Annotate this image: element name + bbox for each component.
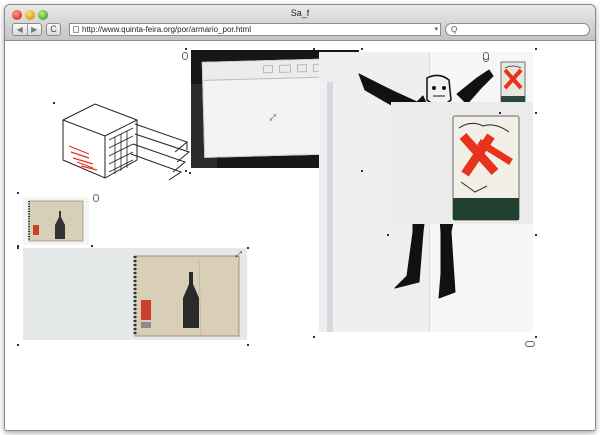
notebook-large [23, 248, 247, 340]
matchbox-small [500, 61, 526, 107]
matchbox-large [391, 102, 533, 224]
search-field[interactable]: Q [445, 23, 590, 36]
anchor-dot [535, 112, 537, 114]
anchor-dot [535, 234, 537, 236]
address-bar[interactable]: http://www.quinta-feira.org/por/armario_… [69, 23, 441, 36]
anchor-dot [499, 112, 501, 114]
drag-handle-icon[interactable] [525, 341, 535, 347]
envelope-sketch [296, 64, 308, 73]
history-buttons: ◀ ▶ [12, 23, 42, 36]
matchbox-small-photo[interactable] [499, 60, 527, 108]
anchor-dot [361, 48, 363, 50]
back-arrow-icon[interactable]: ◀ [13, 24, 27, 35]
matchbox-large-photo[interactable] [391, 102, 533, 224]
anchor-dot [361, 170, 363, 172]
notebook-large-photo[interactable]: ⤢ [23, 248, 247, 340]
browser-window: Sa_f ◀ ▶ C http://www.quinta-feira.org/p… [4, 4, 596, 431]
drag-handle-icon[interactable] [483, 52, 489, 60]
anchor-dot [247, 247, 249, 249]
title-bar: Sa_f ◀ ▶ C http://www.quinta-feira.org/p… [5, 5, 595, 41]
anchor-dot [247, 344, 249, 346]
anchor-dot [189, 172, 191, 174]
expand-icon[interactable]: ⤢ [268, 113, 277, 122]
forward-arrow-icon[interactable]: ▶ [26, 24, 42, 35]
notebook-small [23, 197, 89, 245]
expand-icon[interactable]: ⤢ [234, 250, 243, 259]
page-content: ⤢ ⤢ [5, 42, 595, 430]
anchor-dot [17, 344, 19, 346]
anchor-dot [313, 48, 315, 50]
envelope-sketch [262, 65, 274, 74]
reload-icon[interactable]: C [46, 23, 61, 36]
anchor-dot [535, 48, 537, 50]
drag-handle-icon[interactable] [93, 194, 99, 202]
anchor-dot [17, 247, 19, 249]
anchor-dot [185, 48, 187, 50]
anchor-dot [313, 336, 315, 338]
magnifier-icon: Q [451, 25, 458, 34]
anchor-dot [53, 102, 55, 104]
window-title: Sa_f [290, 8, 310, 18]
drag-handle-icon[interactable] [182, 52, 188, 60]
drawer-cabinet-drawing[interactable] [55, 100, 193, 184]
notebook-small-photo[interactable] [23, 197, 89, 245]
address-text: http://www.quinta-feira.org/por/armario_… [82, 25, 251, 34]
chevron-down-icon[interactable]: ▾ [434, 24, 438, 35]
anchor-dot [185, 170, 187, 172]
anchor-dot [91, 245, 93, 247]
anchor-dot [535, 336, 537, 338]
page-icon [73, 26, 79, 33]
anchor-dot [387, 234, 389, 236]
envelope-sketch [278, 64, 292, 73]
anchor-dot [17, 192, 19, 194]
